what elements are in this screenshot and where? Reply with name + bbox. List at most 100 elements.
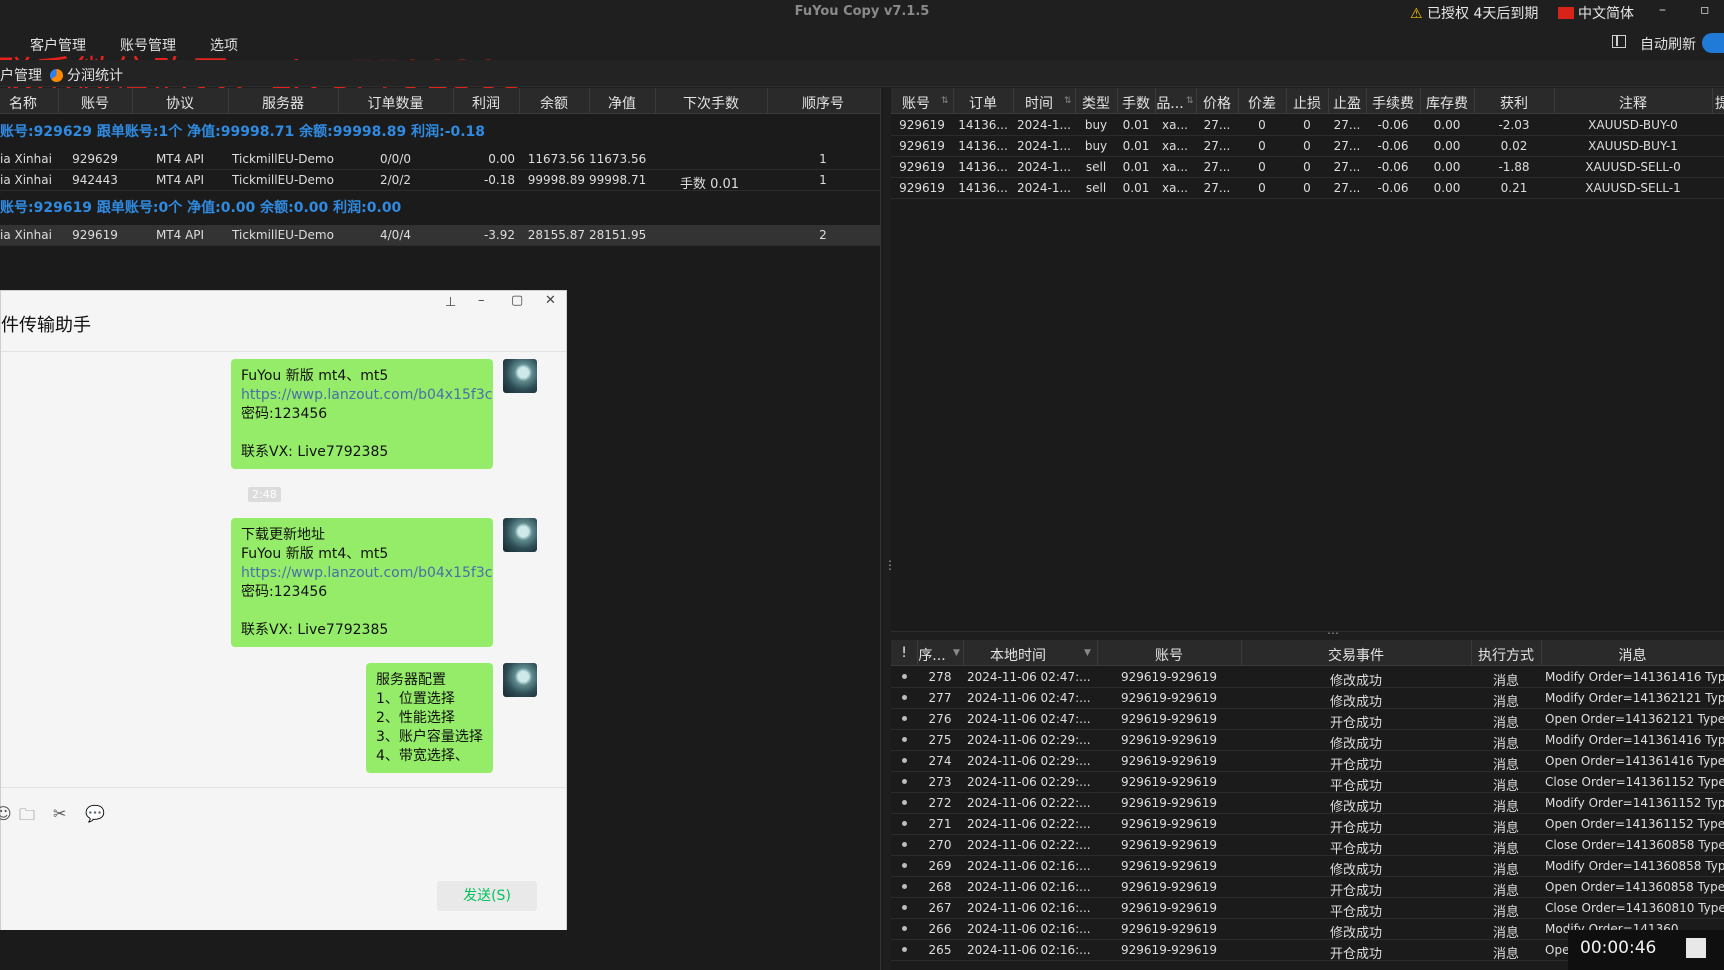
event-log-grid: ! 序... ▼ 本地时间 ▼ 账号 交易事件 执行方式 消息 278 2024-… [891,640,1724,970]
col-log-event[interactable]: 交易事件 [1241,645,1471,665]
orders-grid-header: 账号 ⇅ 订单 时间 ⇅ 类型 手数 品... ⇅ 价格 价差 止损 止盈 手续… [891,88,1724,114]
table-row[interactable]: 276 2024-11-06 02:47:... 929619-929619 开仓成功… [891,709,1724,731]
send-button[interactable]: 发送(S) [437,881,537,911]
col-order-id[interactable]: 订单 [953,93,1013,113]
col-log-message[interactable]: 消息 [1541,645,1724,665]
tab-customer-management[interactable]: 户管理 [0,65,42,85]
sort-icon[interactable]: ⇅ [941,96,949,106]
col-sequence[interactable]: 顺序号 [767,93,879,113]
status-dot-icon [902,779,907,784]
col-order-price[interactable]: 价格 [1196,93,1238,113]
chat-window: 件传输助手 ⊥ – ▢ ✕ FuYou 新版 mt4、mt5 https://w… [0,290,567,930]
col-order-type[interactable]: 类型 [1075,93,1117,113]
table-row[interactable]: 929619 14136... 2024-1... sell 0.01 xa... 27..… [891,178,1724,199]
col-order-extra[interactable]: 提 [1715,93,1724,113]
scissors-icon[interactable]: ✂ [53,804,66,823]
panel-layout-icon[interactable] [1612,35,1626,48]
folder-icon[interactable]: 🗀 [19,804,35,831]
col-log-seq[interactable]: 序... [917,645,947,665]
auto-refresh-toggle[interactable] [1702,33,1724,53]
table-row[interactable]: ia Xinhai 929629 MT4 API TickmillEU-Demo… [0,149,880,170]
status-dot-icon [902,884,907,889]
recording-elapsed: 00:00:46 [1580,938,1657,958]
col-balance[interactable]: 余额 [519,93,589,113]
col-log-flag[interactable]: ! [891,645,917,661]
avatar[interactable] [503,518,537,552]
table-row[interactable]: ia Xinhai 942443 MT4 API TickmillEU-Demo… [0,170,880,192]
col-next-lots[interactable]: 下次手数 [655,93,767,113]
tab-profit-statistics[interactable]: 分润统计 [50,65,123,85]
table-row[interactable]: 272 2024-11-06 02:22:... 929619-929619 修改成功… [891,793,1724,815]
avatar[interactable] [503,359,537,393]
table-row[interactable]: 278 2024-11-06 02:47:... 929619-929619 修改成功… [891,667,1724,689]
col-profit[interactable]: 利润 [453,93,519,113]
table-row[interactable]: 929619 14136... 2024-1... buy 0.01 xa... 27...… [891,136,1724,157]
avatar[interactable] [503,663,537,697]
table-row[interactable]: 274 2024-11-06 02:29:... 929619-929619 开仓成功… [891,751,1724,773]
col-log-time[interactable]: 本地时间 [963,645,1073,665]
table-row[interactable]: ia Xinhai 929619 MT4 API TickmillEU-Demo… [0,225,880,246]
license-status[interactable]: ⚠ 已授权 4天后到期 [1410,3,1538,23]
col-order-swap[interactable]: 库存费 [1420,93,1474,113]
grip-icon: ⋯ [1327,626,1339,640]
table-row[interactable]: 267 2024-11-06 02:16:... 929619-929619 平仓成功… [891,898,1724,920]
language-selector[interactable]: 中文简体 [1558,3,1634,23]
table-row[interactable]: 277 2024-11-06 02:47:... 929619-929619 修改成功… [891,688,1724,710]
vertical-splitter[interactable]: ⋮ [880,88,896,970]
col-order-count[interactable]: 订单数量 [338,93,453,113]
table-row[interactable]: 929619 14136... 2024-1... sell 0.01 xa... 27..… [891,157,1724,178]
col-order-symbol[interactable]: 品... [1155,93,1185,113]
sort-icon[interactable]: ⇅ [1186,96,1194,106]
col-protocol[interactable]: 协议 [132,93,228,113]
col-order-time[interactable]: 时间 [1013,93,1065,113]
col-order-spread[interactable]: 价差 [1238,93,1286,113]
pie-chart-icon [50,69,63,82]
stop-recording-icon[interactable] [1686,938,1706,958]
table-row[interactable]: 270 2024-11-06 02:22:... 929619-929619 平仓成功… [891,835,1724,857]
account-group-929629[interactable]: 账号:929629 跟单账号:1个 净值:99998.71 余额:99998.8… [0,116,880,144]
status-dot-icon [902,947,907,952]
pin-icon[interactable]: ⊥ [445,295,456,310]
chat-history-icon[interactable]: 💬 [85,804,105,823]
account-group-929619[interactable]: 账号:929619 跟单账号:0个 净值:0.00 余额:0.00 利润:0.0… [0,192,880,220]
chat-maximize-button[interactable]: ▢ [511,293,523,308]
filter-icon[interactable]: ▼ [1084,648,1091,658]
chat-message[interactable]: 服务器配置 1、位置选择 2、性能选择 3、账户容量选择 4、带宽选择、 [366,663,493,773]
chat-minimize-button[interactable]: – [478,293,485,308]
chat-title: 件传输助手 [1,315,91,336]
col-order-comment[interactable]: 注释 [1554,93,1712,113]
table-row[interactable]: 929619 14136... 2024-1... buy 0.01 xa... 27...… [891,115,1724,136]
table-row[interactable]: 268 2024-11-06 02:16:... 929619-929619 开仓成功… [891,877,1724,899]
chat-message[interactable]: 下载更新地址 FuYou 新版 mt4、mt5 https://wwp.lanz… [231,518,493,647]
table-row[interactable]: 275 2024-11-06 02:29:... 929619-929619 修改成功… [891,730,1724,752]
col-log-account[interactable]: 账号 [1097,645,1241,665]
col-log-mode[interactable]: 执行方式 [1471,645,1541,665]
menu-bar: 客户管理 账号管理 选项 联系微信购买：Live7792385 自动刷新 [0,26,1724,97]
maximize-button[interactable]: ▫ [1700,2,1710,18]
table-row[interactable]: 271 2024-11-06 02:22:... 929619-929619 开仓成功… [891,814,1724,836]
col-equity[interactable]: 净值 [589,93,655,113]
col-order-lots[interactable]: 手数 [1117,93,1155,113]
col-server[interactable]: 服务器 [228,93,338,113]
col-order-profit[interactable]: 获利 [1474,93,1554,113]
horizontal-splitter[interactable]: ⋯ [891,626,1724,640]
minimize-button[interactable]: – [1659,2,1666,18]
chat-close-button[interactable]: ✕ [545,293,556,308]
message-timestamp: 2:48 [248,487,281,502]
app-window: FuYou Copy v7.1.5 ⚠ 已授权 4天后到期 中文简体 – ▫ 客… [0,0,1724,970]
emoji-icon[interactable]: ☺ [0,804,12,823]
col-account[interactable]: 账号 [58,93,132,113]
col-order-tp[interactable]: 止盈 [1328,93,1366,113]
status-dot-icon [902,821,907,826]
col-name[interactable]: 名称 [0,93,46,113]
col-order-commission[interactable]: 手续费 [1366,93,1420,113]
table-row[interactable]: 269 2024-11-06 02:16:... 929619-929619 修改成功… [891,856,1724,878]
col-order-account[interactable]: 账号 [891,93,941,113]
sort-icon[interactable]: ⇅ [1064,96,1072,106]
chat-message[interactable]: FuYou 新版 mt4、mt5 https://wwp.lanzout.com… [231,359,493,469]
status-dot-icon [902,758,907,763]
filter-icon[interactable]: ▼ [953,648,960,658]
col-order-sl[interactable]: 止损 [1286,93,1328,113]
status-dot-icon [902,674,907,679]
table-row[interactable]: 273 2024-11-06 02:29:... 929619-929619 平仓成功… [891,772,1724,794]
